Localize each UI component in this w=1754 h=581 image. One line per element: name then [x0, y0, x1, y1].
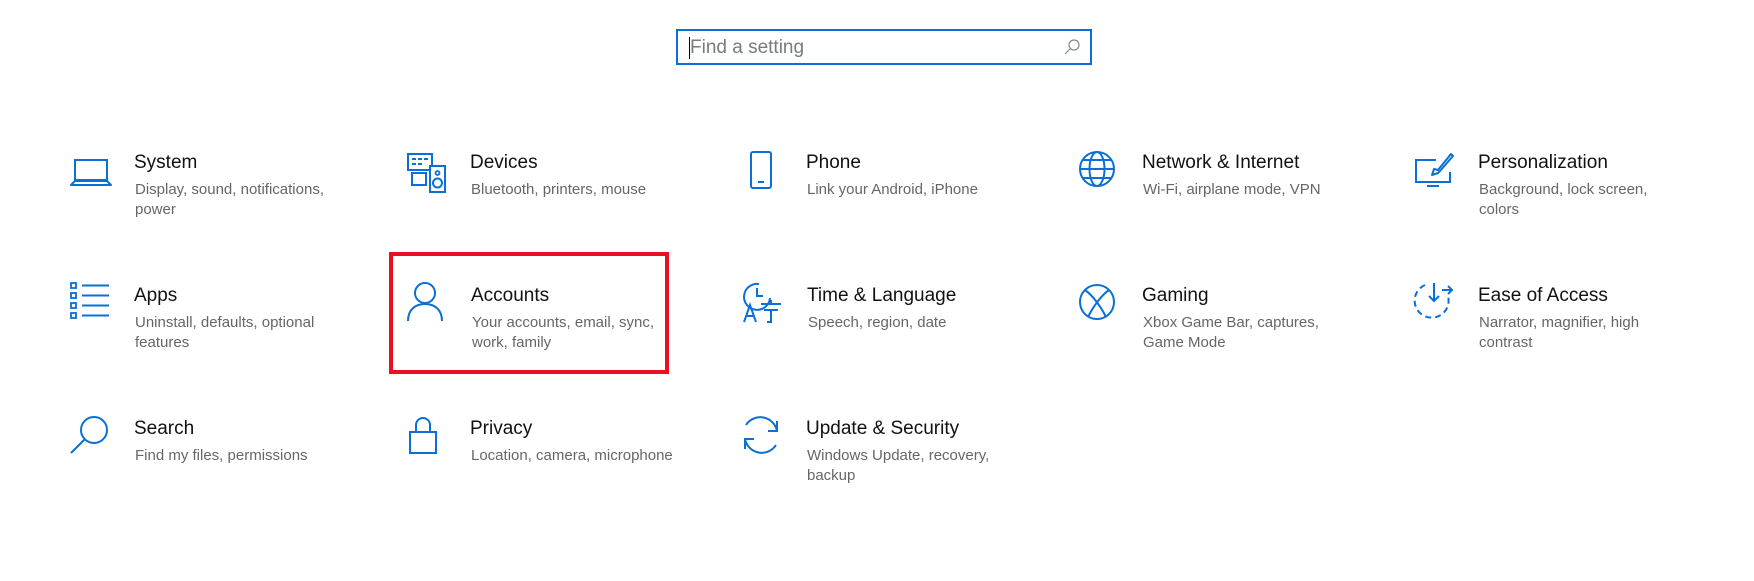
category-gaming[interactable]: Gaming Xbox Game Bar, captures, Game Mod… — [1078, 284, 1378, 395]
category-title: Devices — [470, 152, 538, 173]
category-description: Location, camera, microphone — [471, 447, 673, 464]
category-title: Network & Internet — [1142, 152, 1300, 173]
category-description: Background, lock screen, colors — [1479, 181, 1648, 218]
category-description: Wi-Fi, airplane mode, VPN — [1143, 181, 1321, 198]
category-search[interactable]: Search Find my files, permissions — [70, 416, 370, 528]
category-personalization[interactable]: Personalization Background, lock screen,… — [1414, 152, 1714, 262]
category-ease-of-access[interactable]: Ease of Access Narrator, magnifier, high… — [1413, 283, 1714, 395]
text-caret — [689, 37, 690, 59]
lock-icon — [409, 417, 437, 454]
time-language-icon — [743, 282, 781, 323]
phone-icon — [750, 151, 772, 189]
category-update-security[interactable]: Update & Security Windows Update, recove… — [742, 416, 1042, 528]
category-description: Uninstall, defaults, optional features — [135, 314, 315, 351]
category-phone[interactable]: Phone Link your Android, iPhone — [742, 151, 1042, 262]
search-box[interactable] — [676, 29, 1092, 65]
category-description: Narrator, magnifier, high contrast — [1479, 314, 1640, 351]
settings-home: System Display, sound, notifications, po… — [0, 0, 1754, 581]
laptop-icon — [70, 159, 112, 186]
search-magnifier-icon — [70, 416, 108, 454]
apps-list-icon — [70, 282, 109, 319]
personalization-icon — [1415, 153, 1454, 187]
category-network-internet[interactable]: Network & Internet Wi-Fi, airplane mode,… — [1078, 151, 1378, 262]
xbox-icon — [1079, 284, 1115, 320]
category-title: Ease of Access — [1478, 285, 1608, 306]
category-privacy[interactable]: Privacy Location, camera, microphone — [406, 417, 706, 528]
ease-of-access-icon — [1413, 283, 1454, 319]
category-title: Gaming — [1142, 285, 1209, 306]
search-input[interactable] — [690, 37, 1040, 59]
search-icon[interactable] — [1063, 38, 1081, 56]
category-description: Xbox Game Bar, captures, Game Mode — [1143, 314, 1319, 351]
category-time-language[interactable]: Time & Language Speech, region, date — [743, 282, 1043, 395]
category-title: System — [134, 152, 198, 173]
category-description: Find my files, permissions — [135, 447, 308, 464]
category-devices[interactable]: Devices Bluetooth, printers, mouse — [406, 152, 706, 262]
category-description: Speech, region, date — [808, 314, 947, 331]
devices-icon — [407, 153, 446, 193]
category-title: Privacy — [470, 418, 533, 439]
category-apps[interactable]: Apps Uninstall, defaults, optional featu… — [70, 282, 370, 395]
category-title: Apps — [134, 285, 178, 306]
category-title: Time & Language — [807, 285, 957, 306]
category-title: Search — [134, 418, 195, 439]
category-title: Personalization — [1478, 152, 1608, 173]
sync-arrows-icon — [744, 416, 778, 454]
globe-icon — [1079, 151, 1115, 187]
category-title: Update & Security — [806, 418, 960, 439]
category-description: Link your Android, iPhone — [807, 181, 978, 198]
category-description: Display, sound, notifications, power — [135, 181, 324, 218]
category-description: Bluetooth, printers, mouse — [471, 181, 647, 198]
category-description: Windows Update, recovery, backup — [807, 447, 990, 484]
category-system[interactable]: System Display, sound, notifications, po… — [70, 152, 370, 262]
highlight-box — [389, 252, 669, 374]
category-title: Phone — [806, 152, 861, 173]
